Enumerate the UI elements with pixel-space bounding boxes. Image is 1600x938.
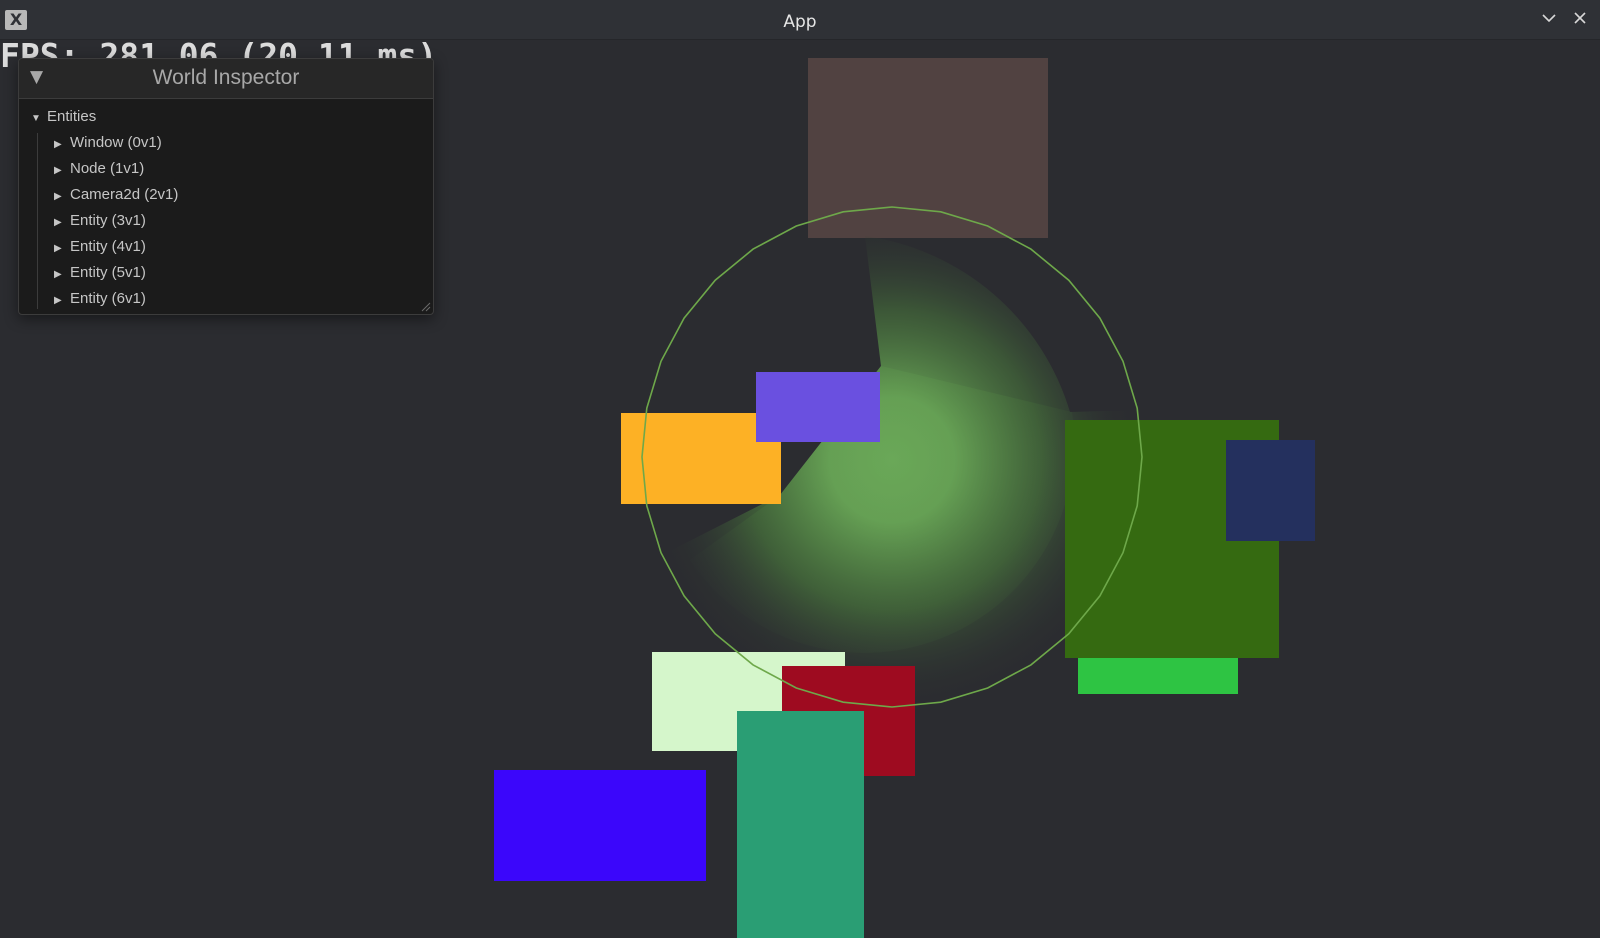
tree-item-label: Entity (5v1) [70, 264, 146, 281]
triangle-right-icon: ▶ [54, 139, 62, 150]
tree-item-label: Entity (4v1) [70, 238, 146, 255]
tree-guide-line [37, 133, 38, 309]
resize-grip-icon[interactable] [419, 300, 431, 312]
triangle-right-icon: ▶ [54, 295, 62, 306]
tree-item-window[interactable]: ▶ Window (0v1) [54, 134, 162, 151]
blue-sprite [494, 770, 706, 881]
window-title: App [783, 12, 817, 32]
tree-item-label: Node (1v1) [70, 160, 145, 177]
close-icon [1574, 12, 1586, 24]
tree-item-entity-5[interactable]: ▶ Entity (5v1) [54, 264, 146, 281]
triangle-right-icon: ▶ [54, 165, 62, 176]
x11-app-icon: X [5, 10, 27, 30]
teal-sprite [737, 711, 864, 938]
tree-item-node[interactable]: ▶ Node (1v1) [54, 160, 144, 177]
purple-sprite [756, 372, 880, 442]
tree-item-entity-3[interactable]: ▶ Entity (3v1) [54, 212, 146, 229]
tree-item-label: Entity (6v1) [70, 290, 146, 307]
tree-item-label: Window (0v1) [70, 134, 162, 151]
triangle-right-icon: ▶ [54, 191, 62, 202]
window-titlebar[interactable]: X App [0, 0, 1600, 40]
entities-root-label: Entities [47, 108, 97, 125]
minimize-button[interactable] [1538, 10, 1560, 32]
navy-sprite [1226, 440, 1315, 541]
triangle-right-icon: ▶ [54, 243, 62, 254]
tree-item-label: Entity (3v1) [70, 212, 146, 229]
triangle-right-icon: ▶ [54, 269, 62, 280]
chevron-down-icon [1542, 14, 1556, 23]
entities-root[interactable]: ▼ Entities [31, 108, 96, 125]
inspector-header[interactable]: ▼ World Inspector [19, 59, 433, 99]
world-inspector-panel[interactable]: ▼ World Inspector ▼ Entities ▶ Window (0v1… [18, 58, 434, 315]
close-button[interactable] [1569, 10, 1591, 32]
bright-green-sprite [1078, 658, 1238, 694]
inspector-title: World Inspector [152, 66, 300, 89]
triangle-down-icon: ▼ [31, 113, 41, 124]
tree-item-entity-4[interactable]: ▶ Entity (4v1) [54, 238, 146, 255]
tree-item-label: Camera2d (2v1) [70, 186, 179, 203]
triangle-right-icon: ▶ [54, 217, 62, 228]
tree-item-camera2d[interactable]: ▶ Camera2d (2v1) [54, 186, 178, 203]
tree-item-entity-6[interactable]: ▶ Entity (6v1) [54, 290, 146, 307]
